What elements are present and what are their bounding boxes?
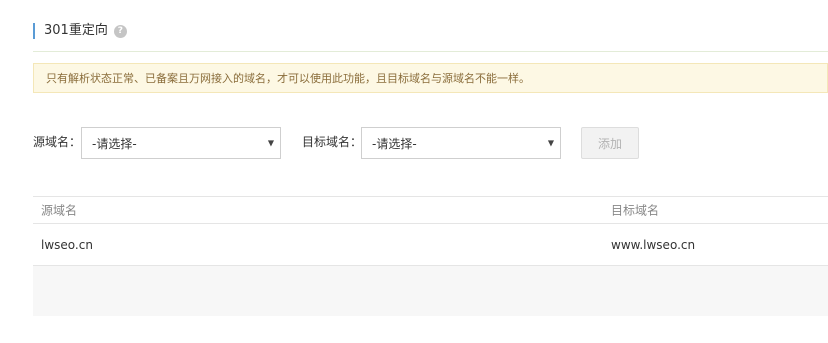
table-empty-area (33, 266, 828, 316)
chevron-down-icon: ▼ (267, 138, 274, 148)
column-header-target: 目标域名 (611, 203, 660, 218)
notice-banner: 只有解析状态正常、已备案且万网接入的域名，才可以使用此功能，且目标域名与源域名不… (33, 63, 828, 93)
column-header-source: 源域名 (41, 203, 78, 218)
redirect-page: 301重定向 ? 只有解析状态正常、已备案且万网接入的域名，才可以使用此功能，且… (0, 0, 828, 343)
row-source-domain: lwseo.cn (41, 237, 93, 252)
table-header: 源域名 目标域名 (33, 196, 828, 224)
chevron-down-icon: ▼ (547, 138, 554, 148)
source-domain-select-value: -请选择- (92, 136, 137, 151)
row-target-domain: www.lwseo.cn (611, 237, 696, 252)
target-domain-label: 目标域名： (302, 135, 363, 149)
add-button[interactable]: 添加 (581, 127, 639, 159)
header-accent-bar (33, 23, 35, 39)
source-domain-label: 源域名： (33, 135, 82, 149)
target-domain-select[interactable]: -请选择- ▼ (361, 127, 561, 159)
target-domain-select-value: -请选择- (372, 136, 417, 151)
help-icon[interactable]: ? (113, 24, 127, 38)
header-divider (33, 51, 828, 52)
redirect-table: 源域名 目标域名 lwseo.cn www.lwseo.cn (33, 196, 828, 316)
table-row: lwseo.cn www.lwseo.cn (33, 224, 828, 266)
page-title: 301重定向 (44, 23, 108, 38)
page-header: 301重定向 ? (33, 22, 127, 40)
source-domain-select[interactable]: -请选择- ▼ (81, 127, 281, 159)
notice-text: 只有解析状态正常、已备案且万网接入的域名，才可以使用此功能，且目标域名与源域名不… (46, 72, 530, 85)
